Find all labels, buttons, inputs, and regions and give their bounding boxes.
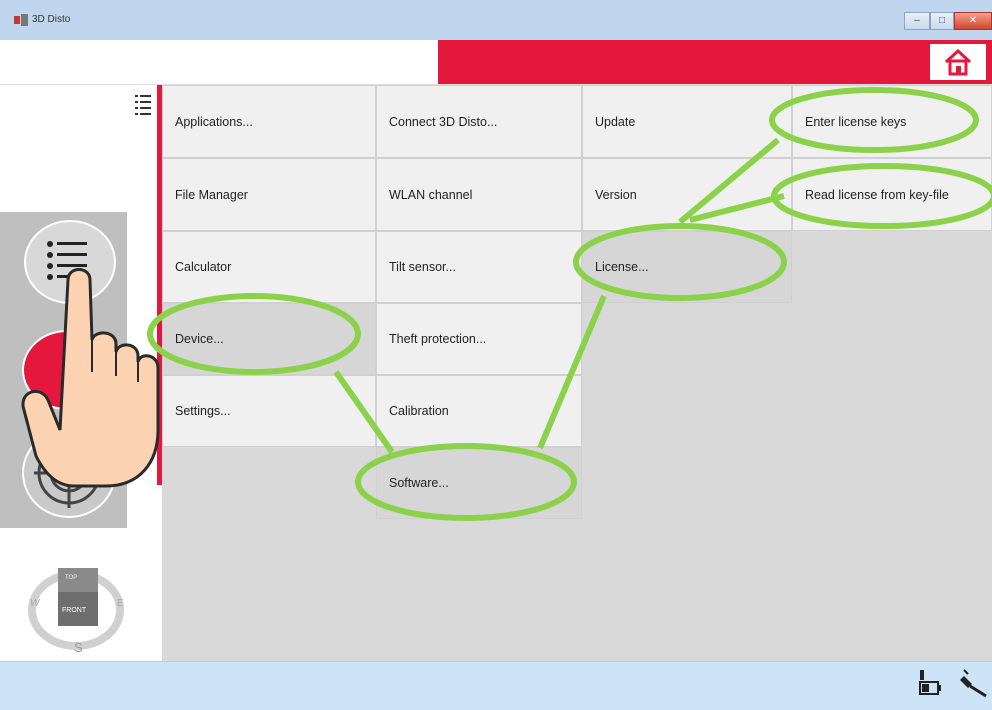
window-title: 3D Disto xyxy=(32,14,71,25)
list-menu-icon xyxy=(47,241,87,280)
app-icon xyxy=(14,14,28,26)
header-red-bar xyxy=(438,40,992,84)
target-button[interactable] xyxy=(22,428,116,518)
plug-icon xyxy=(960,669,987,698)
compass-s: S xyxy=(74,640,83,655)
menu-item-connect[interactable]: Connect 3D Disto... xyxy=(376,85,582,158)
menu-item-update[interactable]: Update xyxy=(582,85,792,158)
menu-item-calibration[interactable]: Calibration xyxy=(376,375,582,447)
menu-list-icon[interactable] xyxy=(135,93,151,121)
compass-e: E xyxy=(117,598,124,609)
minimize-button[interactable]: – xyxy=(904,12,930,30)
measure-button[interactable] xyxy=(22,330,112,410)
close-button[interactable]: ✕ xyxy=(954,12,992,30)
compass-w: W xyxy=(30,598,40,609)
battery-icon xyxy=(919,670,941,695)
menu-item-license[interactable]: License... xyxy=(582,231,792,303)
menu-item-read-license-file[interactable]: Read license from key-file xyxy=(792,158,992,231)
status-bar xyxy=(0,661,992,710)
menu-item-settings[interactable]: Settings... xyxy=(162,375,376,447)
menu-button[interactable] xyxy=(24,220,116,304)
cube-front-label: FRONT xyxy=(62,607,87,614)
home-button[interactable] xyxy=(928,44,986,80)
menu-item-applications[interactable]: Applications... xyxy=(162,85,376,158)
menu-item-device[interactable]: Device... xyxy=(162,303,376,375)
menu-item-tilt-sensor[interactable]: Tilt sensor... xyxy=(376,231,582,303)
menu-item-version[interactable]: Version xyxy=(582,158,792,231)
home-icon xyxy=(944,48,972,76)
menu-item-file-manager[interactable]: File Manager xyxy=(162,158,376,231)
target-icon xyxy=(34,438,104,508)
cube-top-label: TOP xyxy=(65,575,78,581)
title-bar xyxy=(0,0,992,41)
maximize-button[interactable]: □ xyxy=(930,12,954,30)
menu-item-wlan-channel[interactable]: WLAN channel xyxy=(376,158,582,231)
menu-item-calculator[interactable]: Calculator xyxy=(162,231,376,303)
menu-item-theft-protection[interactable]: Theft protection... xyxy=(376,303,582,375)
menu-item-software[interactable]: Software... xyxy=(376,447,582,519)
menu-item-enter-license-keys[interactable]: Enter license keys xyxy=(792,85,992,158)
menu-area: Applications... File Manager Calculator … xyxy=(162,85,992,661)
